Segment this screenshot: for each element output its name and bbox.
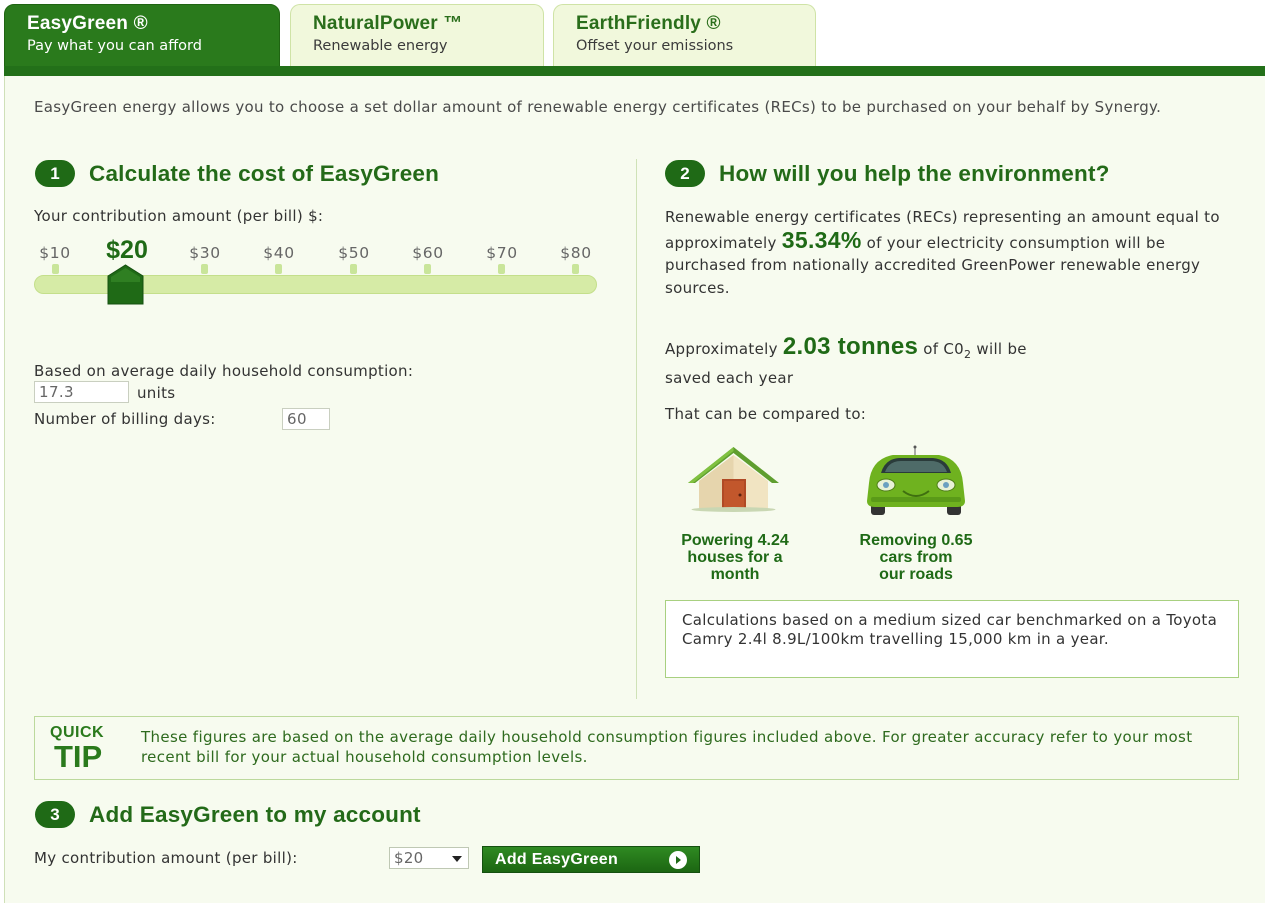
houses-comparison: Powering 4.24 houses for a month (660, 532, 810, 583)
houses-line: Powering 4.24 (681, 532, 789, 549)
house-icon (688, 447, 779, 512)
cars-line: our roads (879, 566, 953, 583)
houses-line: month (710, 566, 760, 583)
slider-tick (201, 264, 208, 274)
step3-title: Add EasyGreen to my account (89, 801, 421, 827)
column-divider (636, 159, 637, 699)
slider-handle[interactable] (107, 264, 144, 305)
billing-days-label: Number of billing days: (34, 410, 216, 428)
tip-label: TIP (54, 739, 103, 774)
product-tabs: EasyGreen ® Pay what you can afford Natu… (4, 4, 1265, 68)
co2-unit: of C0 (923, 340, 965, 358)
houses-line: houses for a (687, 549, 783, 566)
step-number-badge: 3 (35, 801, 75, 828)
slider-tick (498, 264, 505, 274)
co2-saved-each-year: saved each year (665, 368, 794, 387)
slider-tick (350, 264, 357, 274)
add-easygreen-label: Add EasyGreen (495, 850, 619, 868)
select-value: $20 (394, 849, 424, 867)
slider-label[interactable]: $50 (338, 244, 369, 262)
my-contribution-label: My contribution amount (per bill): (34, 849, 298, 867)
consumption-label: Based on average daily household consump… (34, 362, 414, 380)
tab-title: NaturalPower ™ (313, 13, 463, 34)
slider-tick (52, 264, 59, 274)
cars-line: cars from (879, 549, 953, 566)
slider-tick (424, 264, 431, 274)
step1-heading: 1 Calculate the cost of EasyGreen (35, 160, 439, 187)
slider-label[interactable]: $80 (560, 244, 591, 262)
intro-text: EasyGreen energy allows you to choose a … (34, 98, 1162, 116)
step1-title: Calculate the cost of EasyGreen (89, 160, 440, 186)
slider-label[interactable]: $70 (486, 244, 517, 262)
tab-subtitle: Pay what you can afford (27, 38, 202, 54)
slider-label[interactable]: $60 (412, 244, 443, 262)
slider-tick (572, 264, 579, 274)
tab-naturalpower[interactable]: NaturalPower ™ Renewable energy (290, 4, 544, 68)
arrow-right-icon (669, 851, 687, 869)
quick-tip-text: These figures are based on the average d… (141, 728, 1193, 766)
calculation-note: Calculations based on a medium sized car… (665, 600, 1239, 678)
add-easygreen-button[interactable]: Add EasyGreen (482, 846, 700, 873)
slider-tick (275, 264, 282, 274)
co2-will-be: will be (976, 340, 1027, 358)
rec-description: Renewable energy certificates (RECs) rep… (665, 206, 1235, 299)
contribution-label: Your contribution amount (per bill) $: (34, 207, 324, 225)
co2-value: 2.03 tonnes (782, 333, 919, 360)
chevron-down-icon (452, 856, 462, 862)
quick-tip-box: QUICK TIP These figures are based on the… (34, 716, 1239, 780)
step2-heading: 2 How will you help the environment? (665, 160, 1110, 187)
tab-underline-bar (4, 66, 1265, 76)
tab-title: EasyGreen ® (27, 13, 148, 34)
rec-percent-value: 35.34% (781, 226, 862, 253)
contribution-amount-select[interactable]: $20 (389, 847, 469, 869)
car-icon (867, 445, 965, 515)
tab-subtitle: Renewable energy (313, 38, 448, 54)
step-number-badge: 1 (35, 160, 75, 187)
easygreen-panel: EasyGreen energy allows you to choose a … (4, 76, 1265, 903)
step3-heading: 3 Add EasyGreen to my account (35, 801, 421, 828)
slider-label[interactable]: $30 (189, 244, 220, 262)
cars-line: Removing 0.65 (859, 532, 973, 549)
tab-subtitle: Offset your emissions (576, 38, 734, 54)
step-number-badge: 2 (665, 160, 705, 187)
cars-comparison: Removing 0.65 cars from our roads (841, 532, 991, 583)
slider-label[interactable]: $10 (39, 244, 70, 262)
co2-subscript: 2 (964, 348, 972, 361)
tab-title: EarthFriendly ® (576, 13, 721, 34)
tab-earthfriendly[interactable]: EarthFriendly ® Offset your emissions (553, 4, 816, 68)
co2-prefix: Approximately (665, 340, 778, 358)
tab-easygreen[interactable]: EasyGreen ® Pay what you can afford (4, 4, 280, 68)
daily-consumption-input[interactable] (34, 381, 129, 403)
units-label: units (137, 384, 176, 402)
slider-label[interactable]: $40 (263, 244, 294, 262)
co2-savings: Approximately 2.03 tonnes of C02 will be… (665, 333, 1225, 389)
step2-title: How will you help the environment? (719, 160, 1110, 186)
slider-selected-label[interactable]: $20 (106, 236, 148, 265)
compare-label: That can be compared to: (665, 405, 867, 423)
billing-days-input[interactable] (282, 408, 330, 430)
